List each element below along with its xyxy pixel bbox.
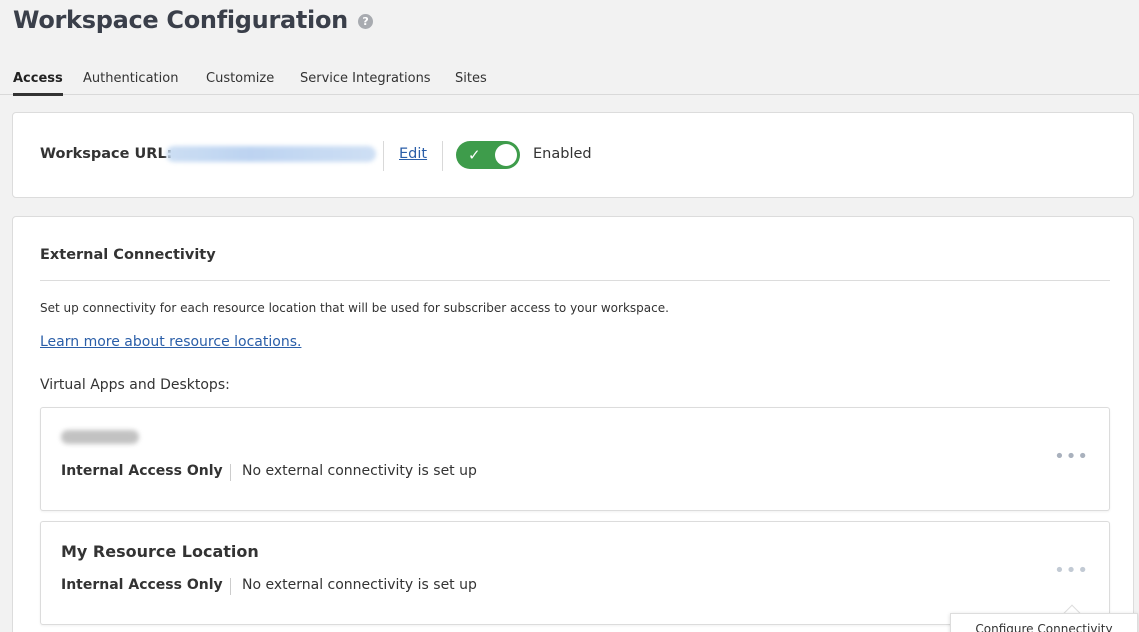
divider bbox=[230, 464, 231, 481]
section-title: External Connectivity bbox=[40, 247, 216, 263]
toggle-status-label: Enabled bbox=[533, 146, 592, 162]
workspace-url-label: Workspace URL: bbox=[40, 146, 173, 162]
help-icon[interactable]: ? bbox=[357, 13, 373, 29]
workspace-url-card: Workspace URL: Edit ✓ Enabled bbox=[12, 112, 1134, 198]
page-title-text: Workspace Configuration bbox=[13, 6, 348, 34]
active-tab-indicator bbox=[13, 93, 63, 96]
page-title: Workspace Configuration ? bbox=[13, 6, 373, 34]
tab-customize[interactable]: Customize bbox=[206, 71, 274, 86]
tab-sites[interactable]: Sites bbox=[455, 71, 487, 86]
tab-bar: Access Authentication Customize Service … bbox=[0, 64, 1139, 96]
learn-more-link[interactable]: Learn more about resource locations. bbox=[40, 334, 301, 350]
check-icon: ✓ bbox=[468, 146, 481, 164]
tab-service-integrations[interactable]: Service Integrations bbox=[300, 71, 431, 86]
toggle-knob bbox=[495, 144, 517, 166]
more-options-icon[interactable]: ••• bbox=[1054, 562, 1089, 580]
access-type-label: Internal Access Only bbox=[61, 463, 223, 479]
divider bbox=[442, 141, 443, 171]
tab-authentication[interactable]: Authentication bbox=[83, 71, 178, 86]
connectivity-status: No external connectivity is set up bbox=[242, 577, 477, 593]
more-options-icon[interactable]: ••• bbox=[1054, 448, 1089, 466]
external-connectivity-card: External Connectivity Set up connectivit… bbox=[12, 216, 1134, 632]
workspace-url-toggle[interactable]: ✓ bbox=[456, 141, 520, 169]
divider bbox=[230, 578, 231, 595]
virtual-apps-label: Virtual Apps and Desktops: bbox=[40, 377, 230, 393]
divider bbox=[383, 141, 384, 171]
resource-location-card: Internal Access Only No external connect… bbox=[40, 407, 1110, 511]
resource-location-name: My Resource Location bbox=[61, 542, 259, 561]
resource-location-card: My Resource Location Internal Access Onl… bbox=[40, 521, 1110, 625]
configure-connectivity-menu-item[interactable]: Configure Connectivity bbox=[950, 613, 1138, 632]
connectivity-status: No external connectivity is set up bbox=[242, 463, 477, 479]
tab-access[interactable]: Access bbox=[13, 71, 63, 86]
access-type-label: Internal Access Only bbox=[61, 577, 223, 593]
resource-location-name-redacted bbox=[61, 430, 139, 444]
edit-url-link[interactable]: Edit bbox=[399, 146, 427, 162]
divider bbox=[40, 280, 1110, 281]
section-description: Set up connectivity for each resource lo… bbox=[40, 301, 669, 315]
workspace-url-value-redacted bbox=[166, 146, 376, 162]
